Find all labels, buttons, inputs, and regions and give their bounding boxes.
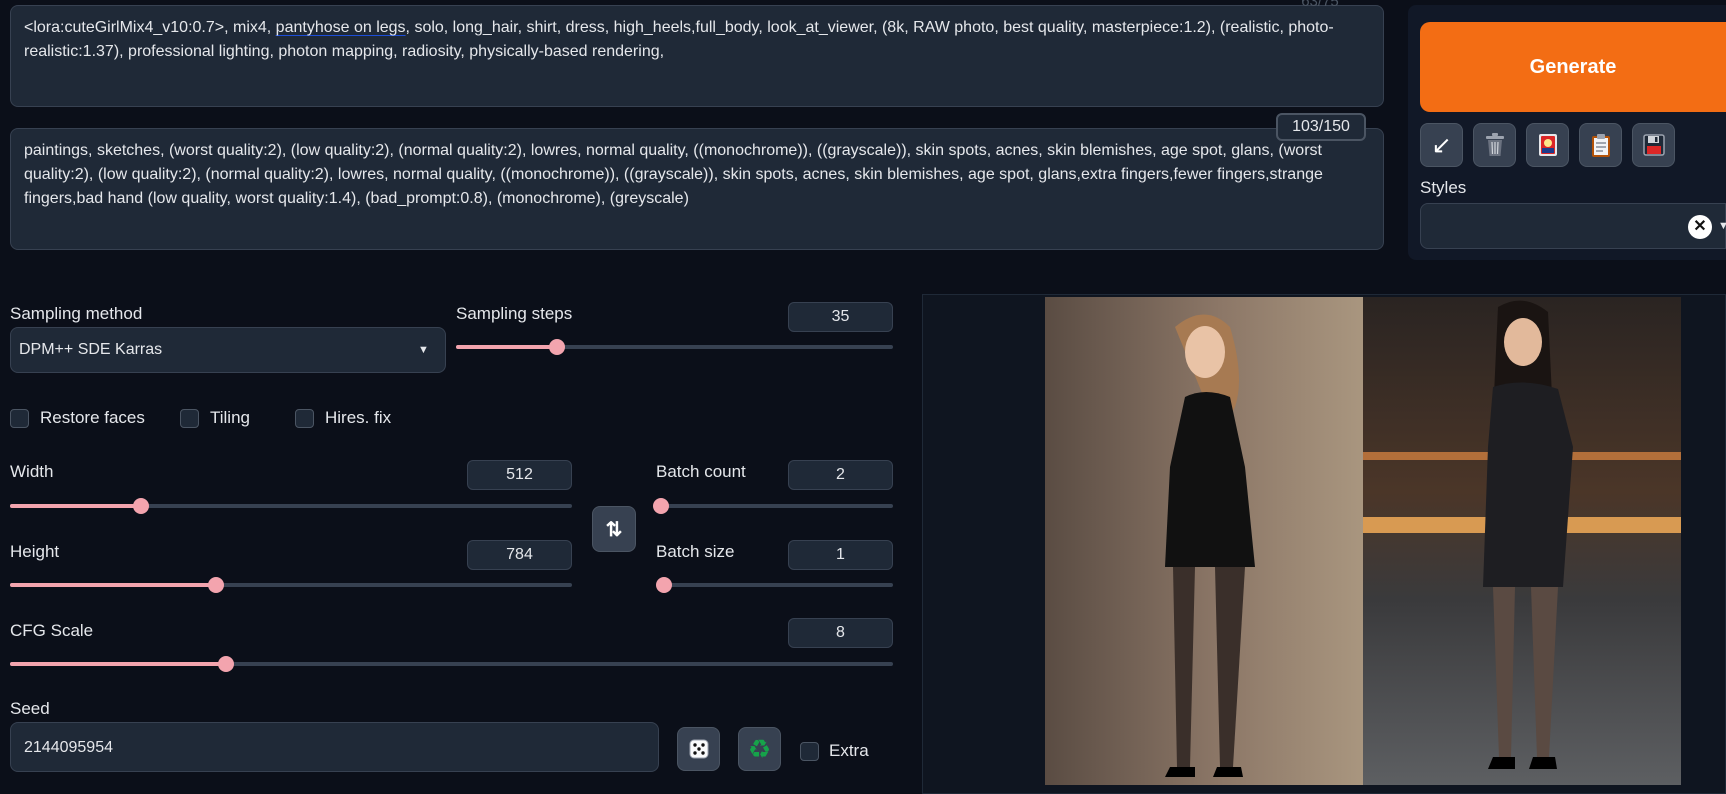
- read-params-button[interactable]: ↙: [1420, 123, 1463, 167]
- prompt-textarea[interactable]: <lora:cuteGirlMix4_v10:0.7>, mix4, panty…: [10, 5, 1384, 107]
- width-label: Width: [10, 462, 54, 481]
- height-slider[interactable]: [10, 577, 572, 593]
- random-seed-button[interactable]: [677, 727, 720, 771]
- extra-networks-button[interactable]: [1526, 123, 1569, 167]
- seed-label: Seed: [10, 699, 50, 718]
- recycle-icon: ♻: [747, 733, 772, 764]
- arrow-down-left-icon: ↙: [1431, 131, 1452, 159]
- apply-style-button[interactable]: [1579, 123, 1622, 167]
- tiling-checkbox[interactable]: [180, 409, 199, 428]
- cfg-scale-slider[interactable]: [10, 656, 893, 672]
- floppy-disk-icon: [1642, 134, 1665, 156]
- slider-thumb[interactable]: [132, 498, 149, 514]
- cfg-scale-input[interactable]: 8: [788, 618, 893, 648]
- picture-card-icon: [1538, 134, 1557, 156]
- styles-dropdown[interactable]: ✕ ▼: [1420, 203, 1726, 249]
- generated-image-2[interactable]: [1363, 297, 1681, 785]
- generate-button[interactable]: Generate: [1420, 22, 1726, 112]
- batch-size-input[interactable]: 1: [788, 540, 893, 570]
- prompt-text-part1: <lora:cuteGirlMix4_v10:0.7>, mix4,: [24, 19, 276, 36]
- batch-size-label: Batch size: [656, 542, 735, 561]
- reuse-seed-button[interactable]: ♻: [738, 727, 781, 771]
- slider-thumb[interactable]: [218, 656, 235, 672]
- seed-value: 2144095954: [24, 739, 113, 756]
- width-slider[interactable]: [10, 498, 572, 514]
- hires-fix-label: Hires. fix: [325, 408, 392, 427]
- prompt-text-underlined: pantyhose on legs: [275, 19, 406, 36]
- sampling-method-dropdown[interactable]: DPM++ SDE Karras ▼: [10, 327, 446, 373]
- restore-faces-label: Restore faces: [40, 408, 145, 427]
- sampling-method-value: DPM++ SDE Karras: [19, 341, 163, 358]
- clear-prompt-button[interactable]: [1473, 123, 1516, 167]
- chevron-down-icon: ▼: [1718, 220, 1726, 232]
- styles-label: Styles: [1420, 178, 1467, 197]
- clipboard-icon: [1591, 134, 1610, 157]
- extra-seed-checkbox[interactable]: [800, 742, 819, 761]
- sampling-steps-input[interactable]: 35: [788, 302, 893, 332]
- figure-silhouette: [1165, 314, 1255, 777]
- figure-silhouette: [1483, 300, 1573, 769]
- restore-faces-checkbox[interactable]: [10, 409, 29, 428]
- negative-prompt-token-counter: 103/150: [1276, 113, 1366, 141]
- sampling-method-label: Sampling method: [10, 304, 143, 323]
- chevron-down-icon: ▼: [418, 344, 429, 356]
- slider-thumb[interactable]: [652, 498, 669, 514]
- tiling-label: Tiling: [210, 408, 250, 427]
- width-input[interactable]: 512: [467, 460, 572, 490]
- batch-size-slider[interactable]: [656, 577, 893, 593]
- seed-input[interactable]: 2144095954: [10, 722, 659, 772]
- trash-icon: [1485, 133, 1504, 156]
- dice-icon: [689, 739, 708, 759]
- negative-prompt-textarea[interactable]: paintings, sketches, (worst quality:2), …: [10, 128, 1384, 250]
- save-style-button[interactable]: [1632, 123, 1675, 167]
- sampling-steps-slider[interactable]: [456, 339, 893, 355]
- clear-styles-icon[interactable]: ✕: [1688, 215, 1712, 239]
- cfg-scale-label: CFG Scale: [10, 621, 94, 640]
- prompt-token-counter: 63/75: [1301, 0, 1339, 10]
- generated-image-1[interactable]: [1045, 297, 1363, 785]
- negative-prompt-text: paintings, sketches, (worst quality:2), …: [24, 142, 1323, 207]
- hires-fix-checkbox[interactable]: [295, 409, 314, 428]
- batch-count-slider[interactable]: [652, 498, 893, 514]
- height-input[interactable]: 784: [467, 540, 572, 570]
- extra-seed-label: Extra: [829, 741, 869, 760]
- batch-count-input[interactable]: 2: [788, 460, 893, 490]
- slider-thumb[interactable]: [207, 577, 224, 593]
- swap-dimensions-button[interactable]: ⇅: [592, 506, 636, 552]
- batch-count-label: Batch count: [656, 462, 746, 481]
- sampling-steps-label: Sampling steps: [456, 304, 573, 323]
- slider-thumb[interactable]: [656, 577, 672, 593]
- swap-arrows-icon: ⇅: [605, 518, 623, 541]
- slider-thumb[interactable]: [548, 339, 565, 355]
- height-label: Height: [10, 542, 60, 561]
